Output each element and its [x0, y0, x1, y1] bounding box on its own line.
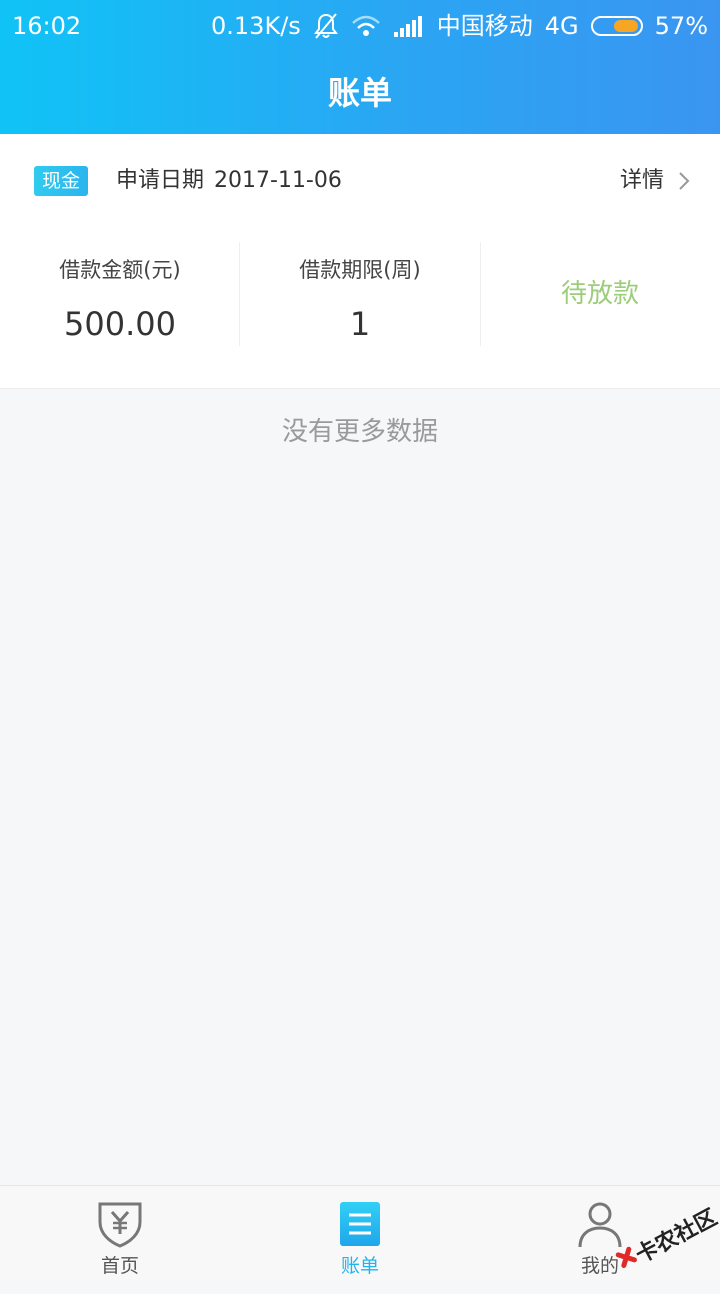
network-type: 4G	[544, 12, 579, 40]
chevron-right-icon	[679, 172, 690, 190]
signal-icon	[393, 14, 425, 38]
detail-label: 详情	[619, 168, 664, 193]
apply-date-value: 2017-11-06	[214, 168, 342, 193]
status-right: 0.13K/s 中国移动 4G 57%	[199, 0, 708, 52]
apply-date-label: 申请日期	[116, 168, 205, 193]
battery-icon	[590, 16, 643, 36]
loan-term-cell: 借款期限(周) 1	[240, 242, 480, 346]
bill-card[interactable]: 现金 申请日期 2017-11-06 详情 借款金额(元) 500.00 借款期限…	[0, 134, 720, 389]
bell-off-icon	[313, 12, 339, 40]
loan-status-cell: 待放款	[480, 242, 720, 346]
loan-amount-value: 500.00	[64, 305, 176, 343]
status-time: 16:02	[12, 12, 82, 40]
battery-level	[613, 20, 638, 32]
bill-list-icon	[340, 1202, 380, 1246]
battery-percent: 57%	[654, 12, 708, 40]
tab-home-label: 首页	[100, 1255, 139, 1277]
page-title: 账单	[327, 74, 392, 112]
no-more-data-text: 没有更多数据	[281, 417, 438, 447]
loan-amount-label: 借款金额(元)	[59, 258, 181, 282]
tab-bill[interactable]: 账单	[240, 1186, 480, 1281]
tab-home[interactable]: 首页	[0, 1186, 240, 1281]
apply-date-row: 申请日期 2017-11-06	[116, 164, 342, 198]
carrier: 中国移动	[436, 12, 533, 40]
tab-bill-label: 账单	[340, 1255, 379, 1277]
loan-status: 待放款	[560, 279, 639, 309]
yuan-shield-icon	[98, 1202, 142, 1248]
detail-link[interactable]: 详情	[620, 164, 690, 198]
loan-type-tag: 现金	[34, 166, 88, 196]
loan-term-label: 借款期限(周)	[299, 258, 421, 282]
loan-amount-cell: 借款金额(元) 500.00	[0, 242, 240, 346]
app-header: 16:02 0.13K/s 中国移动 4G 57% 账单	[0, 0, 720, 134]
status-bar: 16:02 0.13K/s 中国移动 4G 57%	[0, 0, 720, 52]
loan-term-value: 1	[349, 305, 371, 343]
net-speed: 0.13K/s	[211, 12, 301, 40]
wifi-icon	[351, 14, 381, 38]
